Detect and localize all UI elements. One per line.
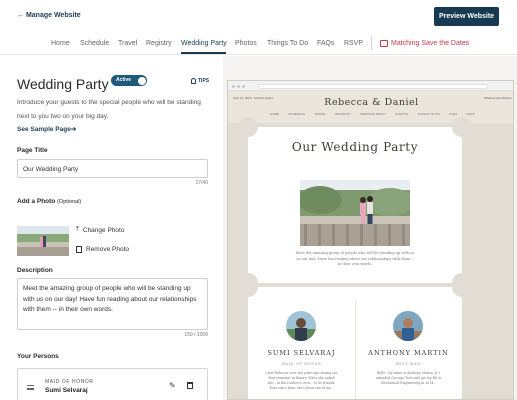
preview-page-title: Our Wedding Party [291, 140, 419, 154]
site-header: April 12, 2025 Sanibel Island #RebeccaAn… [228, 91, 513, 123]
person-name: Sumi Selvaraj [45, 387, 88, 394]
remove-photo-label: Remove Photo [86, 246, 129, 253]
tab-photos[interactable]: Photos [235, 40, 257, 47]
toggle-label: Active [116, 77, 132, 83]
card-notch [238, 277, 258, 297]
tab-things-to-do[interactable]: Things To Do [267, 40, 308, 47]
manage-website-link[interactable]: ← Manage Website [17, 12, 81, 19]
couple-names: Rebecca & Daniel [324, 97, 419, 108]
your-persons-label: Your Persons [17, 353, 59, 360]
description-counter: 150 / 1000 [184, 332, 208, 338]
page-title-label: Page Title [17, 147, 48, 154]
page-heading: Wedding Party [17, 76, 109, 92]
preview-website-button[interactable]: Preview Website [434, 7, 499, 26]
toggle-knob [138, 76, 146, 85]
site-nav-item: HOME [270, 112, 280, 116]
top-bar: ← Manage Website Preview Website [0, 0, 517, 33]
browser-dot [232, 84, 235, 88]
site-nav-item: FAQS [449, 112, 458, 116]
preview-person-role: BEST MAN [396, 362, 421, 366]
browser-dot [237, 84, 240, 88]
change-photo-button[interactable]: ⤒ Change Photo [76, 226, 124, 234]
description-textarea[interactable]: Meet the amazing group of people who wil… [17, 278, 208, 330]
tab-home[interactable]: Home [51, 40, 70, 47]
couple-photo [300, 180, 410, 246]
page-title-input[interactable]: Our Wedding Party [17, 159, 208, 178]
preview-person-role: MAID OF HONOR [281, 362, 322, 366]
trash-icon[interactable] [187, 382, 193, 389]
drag-handle-icon[interactable] [27, 385, 34, 390]
avatar [286, 311, 316, 341]
avatar [393, 311, 423, 341]
preview-browser-frame: April 12, 2025 Sanibel Island #RebeccaAn… [227, 80, 514, 400]
site-nav-item: THINGS TO DO [417, 112, 440, 116]
preview-person-bio: Hello! My name is Anthony Martin, Jr. I … [375, 371, 442, 385]
description-label: Description [17, 267, 53, 274]
preview-person-name: ANTHONY MARTIN [368, 349, 449, 357]
browser-dot [242, 84, 245, 88]
tab-registry[interactable]: Registry [146, 40, 172, 47]
url-bar [258, 83, 488, 89]
add-photo-label: Add a Photo (Optional) [17, 198, 81, 205]
editor-panel: Wedding Party Active TIPS Introduce your… [0, 56, 223, 400]
card-notch [452, 117, 472, 137]
persons-card: SUMI SELVARAJ MAID OF HONOR I met Rebecc… [238, 277, 472, 399]
tips-button[interactable]: TIPS [191, 78, 209, 84]
tab-wedding-party[interactable]: Wedding Party [181, 40, 227, 47]
tab-schedule[interactable]: Schedule [80, 40, 109, 47]
sample-link-label: See Sample Page [17, 126, 71, 133]
envelope-icon [380, 40, 388, 47]
save-the-dates-label: Matching Save the Dates [391, 40, 470, 47]
change-photo-label: Change Photo [82, 226, 125, 234]
card-notch [452, 277, 472, 297]
tips-label: TIPS [198, 78, 210, 84]
trash-icon [76, 246, 82, 253]
see-sample-page-link[interactable]: See Sample Page➔ [17, 125, 76, 133]
site-nav-item: PHOTOS [395, 112, 409, 116]
preview-caption: Meet the amazing group of people who wil… [295, 251, 415, 266]
tab-faqs[interactable]: FAQs [317, 40, 335, 47]
remove-photo-button[interactable]: Remove Photo [76, 246, 129, 253]
site-nav-item: WEDDING PARTY [360, 112, 387, 116]
browser-chrome [228, 81, 513, 91]
intro-text: Introduce your guests to the special peo… [17, 99, 201, 120]
party-photo-thumbnail [17, 226, 69, 256]
nav-divider [371, 37, 372, 50]
site-section-nav: Home Schedule Travel Registry Wedding Pa… [0, 33, 517, 55]
preview-panel: April 12, 2025 Sanibel Island #RebeccaAn… [223, 56, 517, 400]
card-notch [238, 117, 258, 137]
site-nav-item: TRAVEL [314, 112, 327, 116]
tab-travel[interactable]: Travel [118, 40, 137, 47]
preview-person-name: SUMI SELVARAJ [267, 349, 336, 357]
wedding-party-card: Our Wedding Party Meet the amazing group… [238, 117, 472, 293]
add-photo-title: Add a Photo [17, 198, 56, 205]
pencil-icon[interactable]: ✎ [169, 381, 176, 390]
site-nav-item: SCHEDULE [288, 112, 306, 116]
page-title-counter: 17/40 [195, 180, 208, 186]
site-nav: HOME SCHEDULE TRAVEL REGISTRY WEDDING PA… [270, 112, 475, 116]
site-nav-item: REGISTRY [335, 112, 352, 116]
arrow-right-icon: ➔ [70, 126, 77, 133]
optional-tag: (Optional) [57, 199, 82, 205]
active-tab-indicator [181, 52, 226, 54]
tab-rsvp[interactable]: RSVP [344, 40, 363, 47]
person-role: MAID OF HONOR [45, 379, 94, 385]
lightbulb-icon [191, 78, 196, 84]
person-list-item[interactable]: MAID OF HONOR Sumi Selvaraj ✎ [17, 368, 208, 400]
preview-person-bio: I met Rebecca over ten years ago during … [265, 371, 338, 390]
upload-icon: ⤒ [76, 226, 79, 233]
site-nav-item: RSVP [466, 112, 475, 116]
save-the-dates-link[interactable]: Matching Save the Dates [380, 40, 469, 47]
active-toggle[interactable]: Active [111, 75, 147, 86]
